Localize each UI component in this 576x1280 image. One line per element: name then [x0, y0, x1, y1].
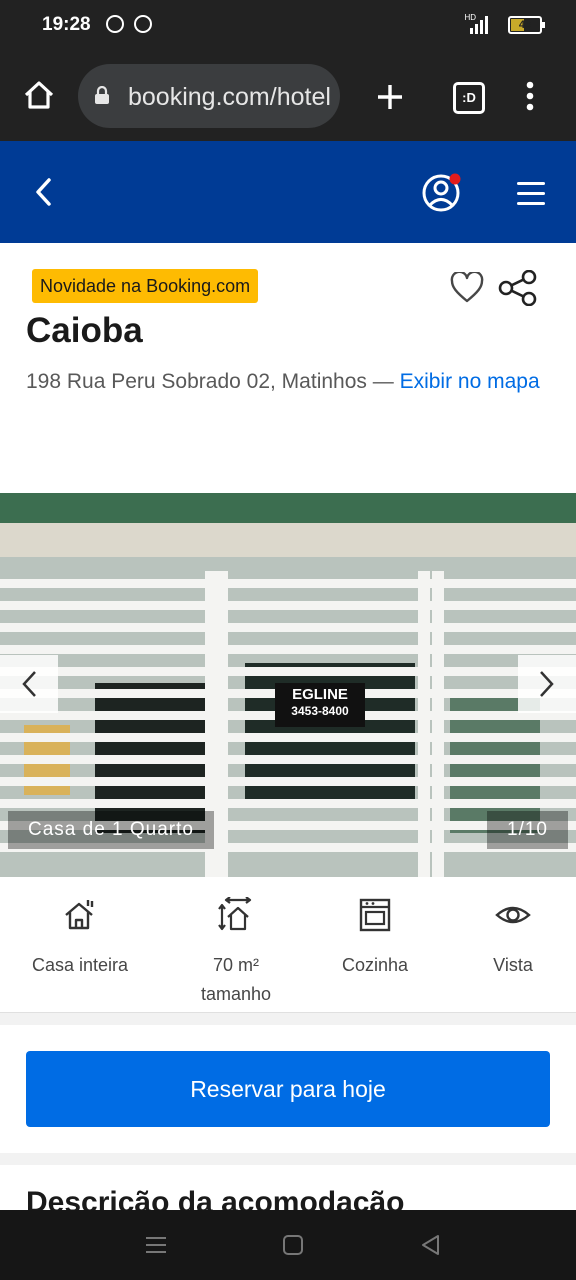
next-photo-button[interactable] — [518, 655, 576, 713]
menu-icon[interactable] — [517, 182, 545, 212]
status-time: 19:28 — [42, 14, 91, 35]
house-icon — [65, 900, 94, 930]
url-text: booking.com/hotel — [128, 83, 331, 111]
property-address: 198 Rua Peru Sobrado 02, Matinhos — Exib… — [26, 366, 546, 398]
browser-toolbar: booking.com/hotel :D — [0, 52, 576, 141]
signal-icon — [470, 16, 488, 34]
facility-label: 70 m² tamanho — [200, 955, 272, 1004]
url-bar[interactable]: booking.com/hotel — [78, 64, 340, 128]
back-nav-icon[interactable] — [420, 1234, 442, 1256]
new-tab-icon[interactable] — [376, 83, 404, 111]
facility-view: Vista — [443, 897, 576, 980]
tab-switcher-button[interactable]: :D — [453, 82, 485, 114]
chrome-icon — [134, 15, 152, 33]
show-on-map-link[interactable]: Exibir no mapa — [400, 370, 540, 393]
photo-caption: Casa de 1 Quarto — [8, 811, 214, 849]
battery-icon: 43 — [508, 16, 545, 34]
section-divider — [0, 1153, 576, 1165]
recent-apps-icon[interactable] — [145, 1234, 167, 1256]
section-divider — [0, 1013, 576, 1025]
account-icon[interactable] — [422, 172, 464, 214]
status-bar: 19:28 HD 43 — [0, 0, 576, 52]
facility-label: Vista — [493, 955, 533, 975]
facility-size: 70 m² tamanho — [166, 897, 306, 1009]
home-nav-icon[interactable] — [282, 1234, 304, 1256]
booking-header — [0, 141, 576, 243]
facility-label: Cozinha — [341, 955, 409, 975]
chevron-right-icon — [540, 671, 554, 697]
chevron-left-icon — [22, 671, 36, 697]
reserve-button[interactable]: Reservar para hoje — [26, 1051, 550, 1127]
oven-icon — [359, 898, 391, 932]
facilities-row: Casa inteira 70 m² tamanho Cozinha Vista — [0, 877, 576, 1013]
lock-icon — [95, 86, 109, 104]
more-options-icon[interactable] — [524, 81, 536, 111]
facility-label: Casa inteira — [31, 955, 129, 975]
system-navigation-bar — [0, 1210, 576, 1280]
sign-text: EGLINE 3453-8400 — [291, 686, 349, 718]
photo-counter: 1/10 — [487, 811, 568, 849]
property-name: Caioba — [26, 311, 143, 350]
heart-icon[interactable] — [450, 272, 484, 304]
address-text: 198 Rua Peru Sobrado 02, Matinhos — — [26, 370, 394, 393]
facility-kitchen: Cozinha — [305, 897, 445, 980]
whatsapp-icon — [106, 15, 124, 33]
new-property-badge: Novidade na Booking.com — [32, 269, 259, 303]
back-icon[interactable] — [34, 177, 52, 207]
eye-icon — [495, 906, 531, 924]
previous-photo-button[interactable] — [0, 655, 58, 713]
battery-level: 43 — [518, 19, 532, 31]
size-icon — [218, 897, 252, 931]
share-icon[interactable] — [498, 270, 538, 306]
photo-gallery[interactable]: EGLINE 3453-8400 Casa de 1 Quarto 1/10 — [0, 493, 576, 877]
home-icon[interactable] — [22, 78, 56, 112]
facility-entire-home: Casa inteira — [10, 897, 150, 980]
